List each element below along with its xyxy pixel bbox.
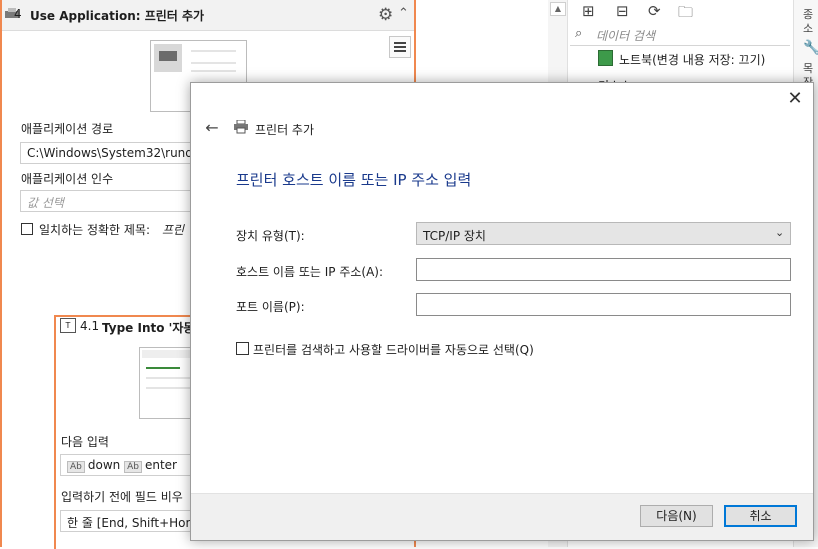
- next-input-label: 다음 입력: [61, 435, 109, 449]
- notebook-item[interactable]: 노트북(변경 내용 저장: 끄기): [619, 51, 765, 68]
- app-path-label: 애플리케이션 경로: [21, 122, 114, 136]
- token-down: down: [87, 458, 121, 472]
- side-tab-label[interactable]: 소: [803, 20, 813, 36]
- empty-field-dropdown[interactable]: 한 줄 [End, Shift+Home: [60, 510, 192, 532]
- excel-icon: [598, 50, 613, 66]
- cancel-button[interactable]: 취소: [724, 505, 797, 527]
- wrench-icon[interactable]: 🔧: [803, 40, 818, 56]
- empty-field-label: 입력하기 전에 필드 비우: [61, 490, 183, 504]
- printer-icon: [234, 120, 248, 134]
- scroll-up-icon[interactable]: ▲: [550, 2, 566, 16]
- device-type-select[interactable]: TCP/IP 장치: [416, 222, 791, 245]
- host-input[interactable]: [416, 258, 791, 281]
- dialog-footer: [191, 493, 813, 540]
- chevron-down-icon[interactable]: ⌄: [775, 226, 784, 239]
- expand-all-icon[interactable]: ⊞: [582, 2, 595, 20]
- type-into-icon: T: [60, 318, 76, 333]
- host-label: 호스트 이름 또는 IP 주소(A):: [236, 265, 384, 279]
- app-path-field[interactable]: C:\Windows\System32\rund: [20, 142, 192, 164]
- close-icon[interactable]: ✕: [780, 88, 810, 110]
- gear-icon[interactable]: ⚙: [378, 5, 393, 25]
- auto-select-driver-label[interactable]: 프린터를 검색하고 사용할 드라이버를 자동으로 선택(Q): [253, 341, 534, 358]
- collapse-all-icon[interactable]: ⊟: [616, 2, 629, 20]
- dialog-title: 프린터 추가: [255, 123, 315, 137]
- refresh-icon[interactable]: ⟳: [648, 2, 661, 20]
- auto-select-driver-checkbox[interactable]: [236, 342, 249, 355]
- next-button[interactable]: 다음(N): [640, 505, 713, 527]
- text-token-icon: Ab: [67, 461, 85, 473]
- next-input-field[interactable]: Ab down Ab enter: [60, 454, 192, 476]
- exact-title-value: 프린: [162, 223, 185, 237]
- search-icon: ⌕: [575, 26, 583, 41]
- port-label: 포트 이름(P):: [236, 300, 305, 314]
- device-type-label: 장치 유형(T):: [236, 229, 305, 243]
- activity-title: Use Application: 프린터 추가: [30, 9, 205, 23]
- sub-activity-number: 4.1: [80, 319, 100, 333]
- exact-title-label: 일치하는 정확한 제목:: [39, 223, 151, 237]
- text-token-icon: Ab: [124, 461, 142, 473]
- port-input[interactable]: [416, 293, 791, 316]
- app-args-field[interactable]: 값 선택: [20, 190, 192, 212]
- panel-toolbar: ⊞ ⊟ ⟳ 🗀: [570, 0, 800, 22]
- menu-icon[interactable]: [389, 36, 411, 58]
- app-args-label: 애플리케이션 인수: [21, 172, 114, 186]
- token-enter: enter: [144, 458, 177, 472]
- dialog-heading: 프린터 호스트 이름 또는 IP 주소 입력: [236, 171, 472, 189]
- activity-number: 4: [14, 7, 22, 21]
- back-arrow-icon[interactable]: ←: [202, 118, 222, 138]
- search-data-input[interactable]: 데이터 검색: [596, 27, 655, 44]
- exact-title-checkbox[interactable]: [21, 223, 33, 235]
- chevron-up-icon[interactable]: ⌃: [398, 6, 409, 21]
- sub-activity-title: Type Into '자동: [102, 321, 195, 335]
